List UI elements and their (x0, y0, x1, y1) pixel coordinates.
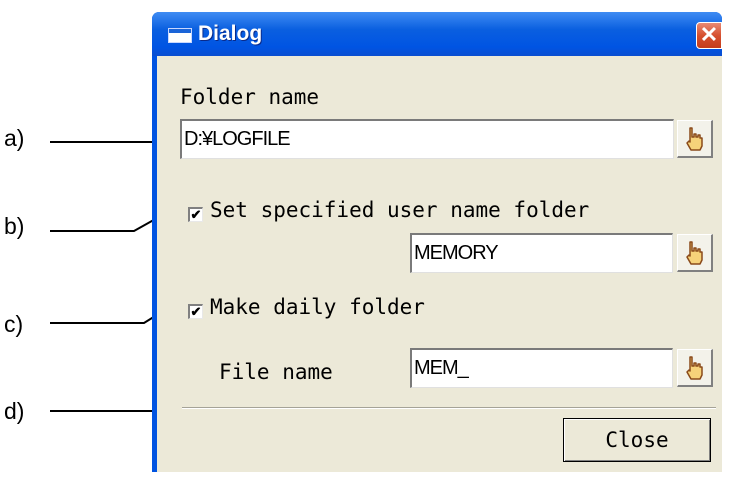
hand-pointer-icon (686, 241, 703, 265)
folder-name-input[interactable]: D:¥LOGFILE (180, 119, 674, 159)
checkbox-check-icon: ✔ (190, 304, 202, 319)
user-folder-browse-button[interactable] (677, 234, 713, 272)
user-folder-checkbox-label[interactable]: Set specified user name folder (210, 198, 589, 222)
separator (182, 407, 716, 409)
daily-folder-checkbox-label[interactable]: Make daily folder (210, 295, 425, 319)
hand-pointer-icon (686, 356, 703, 380)
callout-a: a) (4, 125, 25, 151)
daily-folder-checkbox[interactable]: ✔ (188, 304, 203, 319)
callout-d: d) (4, 398, 25, 424)
file-name-browse-button[interactable] (677, 349, 713, 387)
user-folder-input[interactable]: MEMORY (410, 233, 673, 273)
dialog-body: Folder name D:¥LOGFILE ✔ Set specified u… (157, 56, 722, 472)
file-name-input[interactable]: MEM_ (410, 348, 673, 388)
title-window-icon (168, 28, 192, 43)
window-title: Dialog (198, 22, 263, 45)
callout-c: c) (4, 311, 24, 337)
user-folder-checkbox[interactable]: ✔ (188, 207, 203, 222)
checkbox-check-icon: ✔ (190, 207, 202, 222)
close-icon[interactable]: ✕ (696, 22, 722, 49)
close-button[interactable]: Close (563, 418, 711, 462)
dialog-window: Dialog ✕ Folder name D:¥LOGFILE ✔ Set sp… (152, 12, 722, 472)
hand-pointer-icon (686, 127, 703, 151)
folder-browse-button[interactable] (677, 120, 713, 158)
file-name-label: File name (219, 360, 333, 384)
folder-name-label: Folder name (180, 85, 320, 109)
title-bar[interactable]: Dialog ✕ (152, 12, 722, 56)
callout-b: b) (4, 213, 25, 239)
